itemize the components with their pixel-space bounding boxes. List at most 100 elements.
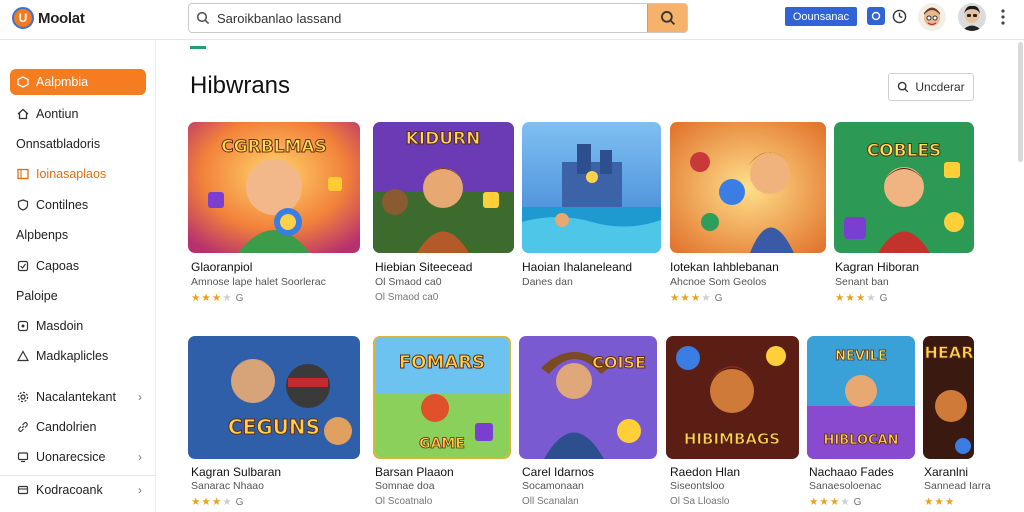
rating-count: G [714, 292, 723, 304]
sidebar-item-aalpmbia[interactable]: Aalpmbia [10, 69, 146, 95]
card-subtitle: Ahcnoe Som Geolos [670, 276, 767, 288]
sidebar-item-label: Masdoin [36, 319, 84, 333]
game-thumbnail[interactable]: KIDURN [373, 122, 514, 253]
card-title: Nachaao Fades [809, 465, 894, 479]
card-title: Kagran Sulbaran [191, 465, 282, 479]
card-subtitle: Amnose lape halet Soorlerac [191, 276, 326, 288]
game-thumbnail[interactable]: FOMARS GAME [373, 336, 511, 459]
thumbnail-title: HEAR [924, 343, 973, 362]
sidebar-item-label: Nacalantekant [36, 390, 116, 404]
more-options-icon[interactable] [996, 6, 1010, 28]
header-primary-button[interactable]: Oounsanac [785, 7, 857, 26]
game-thumbnail[interactable]: COBLES [834, 122, 974, 253]
search-submit-button[interactable] [647, 4, 687, 32]
home-icon [16, 107, 30, 121]
card-title: Glaoranpiol [191, 260, 253, 274]
sidebar-item-ioinasaplaos[interactable]: Ioinasaplaos [10, 161, 146, 187]
card-title: Kagran Hiboran [835, 260, 920, 274]
sidebar-item-masdoin[interactable]: Masdoin [10, 313, 146, 339]
chevron-right-icon[interactable]: › [138, 483, 142, 497]
rating-stars: ★★★★ [809, 496, 851, 508]
search-input[interactable] [217, 4, 647, 32]
sidebar-item-capoas[interactable]: Capoas [10, 253, 146, 279]
game-thumbnail[interactable]: COISE [519, 336, 657, 459]
thumbnail-title: CEGUNS [228, 415, 320, 439]
link-icon [16, 420, 30, 434]
card-rating: ★★★★ G [191, 292, 243, 304]
sidebar-item-kodracoank[interactable]: Kodracoank › [10, 477, 146, 503]
logo-text: Moolat [38, 9, 85, 27]
sidebar-item-label: Kodracoank [36, 483, 103, 497]
triangle-icon [16, 349, 30, 363]
thumbnail-title: KIDURN [406, 129, 481, 149]
card-subtitle: Sanaesoloenac [809, 480, 882, 492]
rating-count: G [235, 496, 244, 508]
rating-count: G [853, 496, 862, 508]
sidebar-item-candolrien[interactable]: Candolrien [10, 414, 146, 440]
game-thumbnail[interactable]: HIBIMBAGS [666, 336, 799, 459]
game-thumbnail[interactable]: HEAR [923, 336, 974, 459]
checkbox-icon [16, 259, 30, 273]
sidebar-item-label: Paloipe [16, 289, 58, 303]
search-icon [897, 81, 909, 93]
square-icon [16, 319, 30, 333]
card-subtitle: Socamonaan [522, 480, 584, 492]
game-thumbnail[interactable] [670, 122, 826, 253]
sidebar-item-madkaplicles[interactable]: Madkaplicles [10, 343, 146, 369]
chevron-right-icon[interactable]: › [138, 390, 142, 404]
rating-count: G [879, 292, 888, 304]
card-subtitle: Sanarac Nhaao [191, 480, 264, 492]
rating-stars: ★★★ [924, 496, 956, 508]
card-meta: Oll Scanalan [522, 496, 579, 507]
sidebar-item-label: Alpbenps [16, 228, 69, 242]
hexagon-icon [16, 75, 30, 89]
game-thumbnail[interactable]: CGRBLMAS [188, 122, 360, 253]
sidebar-item-aontiun[interactable]: Aontiun [10, 101, 146, 127]
card-rating: ★★★★ G [670, 292, 722, 304]
rating-stars: ★★★★ [835, 292, 877, 304]
card-title: Hiebian Siteecead [375, 260, 473, 274]
logo-mark-icon: U [12, 7, 34, 29]
sidebar-item-contilnes[interactable]: Contilnes [10, 192, 146, 218]
card-meta: Ol Sa Lloaslo [670, 496, 730, 507]
avatar[interactable] [918, 3, 946, 31]
monitor-icon [16, 450, 30, 464]
game-thumbnail[interactable]: CEGUNS [188, 336, 360, 459]
sidebar-item-alpbenps[interactable]: Alpbenps [10, 222, 146, 248]
card-rating: ★★★ [924, 496, 958, 508]
thumbnail-title: HIBLOCAN [824, 433, 899, 448]
thumbnail-title: COBLES [867, 141, 942, 161]
game-thumbnail[interactable] [522, 122, 661, 253]
sidebar-item-label: Ioinasaplaos [36, 167, 107, 181]
sidebar-item-onnsatbladoris[interactable]: Onnsatbladoris [10, 131, 146, 157]
game-thumbnail[interactable]: NEVILE HIBLOCAN [807, 336, 915, 459]
app-logo[interactable]: U Moolat [12, 6, 85, 30]
user-avatar[interactable] [958, 3, 986, 31]
page-title: Hibwrans [190, 72, 291, 99]
card-subtitle: Danes dan [522, 276, 573, 288]
clock-icon[interactable] [890, 7, 908, 25]
card-subtitle: Sannead Iarra [924, 480, 991, 492]
chevron-right-icon[interactable]: › [138, 450, 142, 464]
sidebar-item-label: Onnsatbladoris [16, 137, 101, 151]
card-icon [16, 483, 30, 497]
filter-label: Uncderar [915, 80, 965, 94]
sidebar-item-paloipe[interactable]: Paloipe [10, 283, 146, 309]
card-rating: ★★★★ G [835, 292, 887, 304]
sidebar-item-label: Madkaplicles [36, 349, 109, 363]
card-subtitle: Senant ban [835, 276, 889, 288]
search-icon [189, 4, 217, 32]
gear-icon [16, 390, 30, 404]
card-title: Haoian Ihalaneleand [522, 260, 633, 274]
card-title: Xaranlni [924, 465, 969, 479]
card-meta: Ol Scoatnalo [375, 496, 433, 507]
sidebar-divider [0, 475, 156, 476]
scrollbar[interactable] [1018, 42, 1023, 162]
sidebar-item-uonarecsice[interactable]: Uonarecsice › [10, 444, 146, 470]
sidebar-item-nacalantekant[interactable]: Nacalantekant › [10, 384, 146, 410]
filter-button[interactable]: Uncderar [888, 73, 974, 101]
sidebar-item-label: Uonarecsice [36, 450, 106, 464]
top-bar: U Moolat Oounsanac [0, 0, 1024, 40]
notification-badge-icon[interactable] [867, 7, 885, 25]
card-meta: Ol Smaod ca0 [375, 292, 439, 303]
